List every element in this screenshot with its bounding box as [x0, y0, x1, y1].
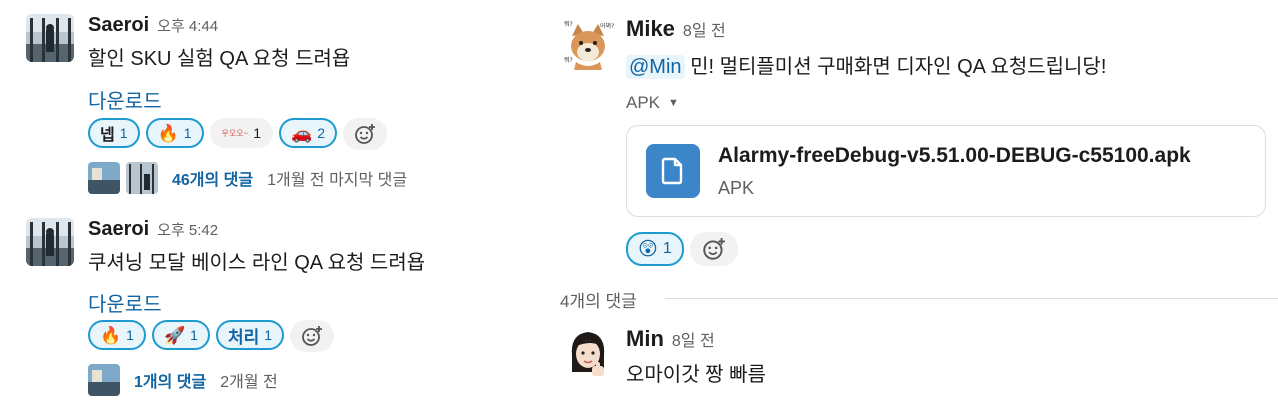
reaction-count: 2: [317, 125, 326, 141]
wooo-sticker-emoji: 우오오~: [221, 128, 249, 138]
reply-avatar: [88, 364, 120, 396]
message-header: Saeroi 오후 5:42: [88, 218, 218, 241]
reaction-count: 1: [119, 125, 128, 141]
add-reaction-button[interactable]: [689, 232, 738, 266]
reaction-count: 1: [253, 125, 262, 141]
replies-divider: [665, 298, 1278, 299]
reaction-count: 1: [190, 327, 198, 343]
add-reaction-button[interactable]: [290, 320, 335, 352]
file-type: APK: [718, 178, 755, 198]
avatar-saeroi[interactable]: [26, 14, 74, 62]
message-text: 쿠셔닝 모달 베이스 라인 QA 요청 드려욥: [88, 252, 426, 274]
reply-count[interactable]: 1개의 댓글: [134, 368, 206, 392]
author-name[interactable]: Saeroi: [88, 14, 149, 36]
reaction-cheori[interactable]: 처리 1: [215, 320, 285, 350]
reaction-count: 1: [264, 327, 273, 343]
last-reply-time: 1개월 전 마지막 댓글: [267, 172, 408, 189]
message-text: 할인 SKU 실험 QA 요청 드려욥: [88, 48, 351, 70]
user-mention[interactable]: @Min: [626, 55, 685, 79]
cheori-text-emoji: 처리: [227, 327, 260, 347]
fire-emoji: 🔥: [100, 325, 122, 345]
reaction-count: 1: [662, 240, 672, 257]
svg-text:뭐?: 뭐?: [564, 20, 573, 28]
svg-text:뭐?: 뭐?: [564, 56, 573, 64]
add-reaction-icon: [355, 124, 376, 144]
car-emoji: 🚗: [291, 123, 313, 143]
reaction-car[interactable]: 🚗 2: [279, 118, 338, 148]
message-body: 민! 멀티플미션 구매화면 디자인 QA 요청드립니당!: [684, 56, 1107, 78]
author-name[interactable]: Saeroi: [88, 218, 149, 240]
avatar-saeroi[interactable]: [26, 218, 74, 266]
reaction-neb[interactable]: 넵 1: [88, 118, 140, 148]
add-reaction-button[interactable]: [343, 118, 388, 150]
reaction-hushed[interactable]: 😲 1: [626, 232, 684, 266]
thread-replies[interactable]: 46개의 댓글 1개월 전 마지막 댓글: [88, 162, 407, 194]
replies-divider-label: 4개의 댓글: [560, 292, 637, 311]
message-header: Min 8일 전: [626, 326, 715, 352]
caret-down-icon: ▼: [668, 97, 679, 109]
message-timestamp[interactable]: 8일 전: [683, 23, 726, 40]
reaction-fire[interactable]: 🔥 1: [88, 320, 146, 350]
download-link[interactable]: 다운로드: [88, 288, 162, 317]
hushed-face-emoji: 😲: [638, 238, 658, 260]
reaction-count: 1: [183, 125, 192, 141]
reaction-count: 1: [126, 327, 134, 343]
author-name[interactable]: Min: [626, 326, 664, 351]
reaction-bar: 넵 1 🔥 1 우오오~ 1 🚗 2: [88, 118, 388, 150]
reply-count[interactable]: 46개의 댓글: [172, 166, 253, 190]
reply-avatar: [88, 162, 120, 194]
fire-emoji: 🔥: [157, 123, 179, 143]
reaction-bar: 😲 1: [626, 232, 738, 266]
attachment-toggle[interactable]: APK ▼: [626, 93, 679, 113]
file-icon: [646, 144, 700, 198]
add-reaction-icon: [702, 238, 725, 260]
rocket-emoji: 🚀: [163, 325, 186, 345]
svg-text:어쩌?: 어쩌?: [600, 22, 614, 30]
last-reply-time: 2개월 전: [220, 374, 278, 391]
thread-replies[interactable]: 1개의 댓글 2개월 전: [88, 364, 278, 396]
message-header: Mike 8일 전: [626, 16, 726, 42]
message-timestamp[interactable]: 오후 5:42: [157, 222, 218, 239]
reaction-fire[interactable]: 🔥 1: [145, 118, 204, 148]
message-timestamp[interactable]: 오후 4:44: [157, 18, 218, 35]
reply-avatar: [126, 162, 158, 194]
download-link[interactable]: 다운로드: [88, 85, 162, 114]
message-header: Saeroi 오후 4:44: [88, 14, 218, 37]
file-name[interactable]: Alarmy-freeDebug-v5.51.00-DEBUG-c55100.a…: [718, 144, 1191, 168]
attachment-label: APK: [626, 93, 661, 112]
avatar-mike[interactable]: 뭐? 어쩌? 뭐?: [562, 18, 614, 70]
message-text: @Min 민! 멀티플미션 구매화면 디자인 QA 요청드립니당!: [626, 50, 1106, 79]
reaction-bar: 🔥 1 🚀 1 처리 1: [88, 320, 335, 352]
message-timestamp[interactable]: 8일 전: [672, 333, 715, 350]
reaction-wooo[interactable]: 우오오~ 1: [209, 118, 274, 148]
add-reaction-icon: [302, 326, 323, 346]
author-name[interactable]: Mike: [626, 16, 675, 41]
avatar-min[interactable]: [562, 326, 614, 378]
reaction-rocket[interactable]: 🚀 1: [151, 320, 210, 350]
message-text: 오마이갓 짱 빠름: [626, 364, 766, 386]
file-attachment[interactable]: Alarmy-freeDebug-v5.51.00-DEBUG-c55100.a…: [626, 125, 1266, 217]
neb-text-emoji: 넵: [100, 127, 115, 144]
